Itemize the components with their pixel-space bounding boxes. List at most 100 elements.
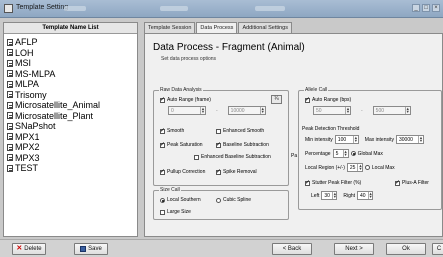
- smooth-row: Smooth: [160, 127, 185, 134]
- stutter-filter-checkbox[interactable]: [305, 179, 310, 186]
- peak-saturation-checkbox[interactable]: [160, 141, 165, 148]
- auto-range-frame-row: Auto Range (frame): [160, 96, 211, 103]
- template-list: AFLP LOH MSI MS-MLPA MLPA Trisomy Micros…: [4, 34, 137, 174]
- tab-additional-settings[interactable]: Additional Settings: [238, 22, 292, 33]
- percentage-row: Percentage 5 ▲ ▼ Global Max: [305, 149, 383, 158]
- checkbox-label: Auto Range (bps): [312, 97, 352, 103]
- back-button[interactable]: < Back: [272, 243, 312, 255]
- list-item[interactable]: MPX1: [7, 132, 137, 143]
- list-item[interactable]: MPX2: [7, 142, 137, 153]
- delete-button[interactable]: ✕ Delete: [12, 243, 46, 255]
- checkbox-label: Smooth: [167, 128, 185, 134]
- ok-button[interactable]: Ok: [386, 243, 426, 255]
- stutter-values-row: Left 30 ▲ ▼ Right 40 ▲ ▼: [311, 191, 374, 200]
- checkbox-label: Enhanced Smooth: [223, 128, 265, 134]
- field-label: Max intensity: [364, 136, 394, 143]
- baseline-subtraction-checkbox[interactable]: [216, 141, 221, 148]
- pullup-row: Pullup Correction: [160, 168, 206, 175]
- page-title: Data Process - Fragment (Animal): [153, 42, 305, 53]
- title-blur: [64, 6, 86, 11]
- template-icon: [7, 101, 13, 109]
- title-blur: [160, 6, 188, 11]
- template-icon: [7, 49, 13, 57]
- min-intensity-stepper[interactable]: 100 ▲ ▼: [334, 135, 359, 144]
- app-icon: [4, 4, 13, 13]
- next-button[interactable]: Next >: [334, 243, 374, 255]
- baseline-row: Baseline Subtraction: [216, 141, 269, 148]
- intensity-row: Min intensity 100 ▲ ▼ Max intensity 30000 ▲…: [305, 135, 424, 144]
- global-max-radio[interactable]: [350, 151, 356, 156]
- template-icon: [7, 133, 13, 141]
- stutter-row: Stutter Peak Filter (%): [305, 179, 362, 186]
- save-icon: [80, 246, 87, 252]
- minimize-button[interactable]: _: [412, 4, 420, 12]
- template-list-panel: Template Name List AFLP LOH MSI MS-MLPA …: [3, 22, 138, 237]
- list-item[interactable]: SNaPshot: [7, 121, 137, 132]
- range-from-stepper[interactable]: 0 ▲ ▼: [168, 106, 206, 115]
- checkbox-label: Baseline Subtraction: [223, 142, 269, 148]
- spike-row: Spike Removal: [216, 168, 257, 175]
- pullup-correction-checkbox[interactable]: [160, 168, 165, 175]
- title-bar: Template Setting _ □ ×: [0, 0, 443, 18]
- enhanced-baseline-checkbox[interactable]: [194, 154, 199, 160]
- bps-from-stepper[interactable]: 50 ▲ ▼: [313, 106, 351, 115]
- auto-range-bps-checkbox[interactable]: [305, 96, 310, 103]
- size-call-group: Size Call Local Southern Cubic Spline La…: [153, 187, 289, 220]
- template-icon: [7, 38, 13, 46]
- list-item[interactable]: Microsatellite_Animal: [7, 100, 137, 111]
- save-button[interactable]: Save: [74, 243, 108, 255]
- smooth-checkbox[interactable]: [160, 127, 165, 134]
- peak-threshold-label: Peak Detection Threshold: [302, 126, 360, 132]
- large-size-row: Large Size: [160, 209, 191, 215]
- cubic-spline-radio[interactable]: [216, 197, 221, 203]
- radio-label: Local Southern: [167, 197, 201, 203]
- radio-label: Local Max: [371, 164, 395, 171]
- bps-range-row: 50 ▲ ▼ - 500 ▲ ▼: [313, 106, 411, 115]
- local-southern-row: Local Southern: [160, 197, 201, 203]
- peak-saturation-row: Peak Saturation: [160, 141, 203, 148]
- stutter-right-stepper[interactable]: 40 ▲ ▼: [357, 191, 374, 200]
- range-pick-button[interactable]: ¼: [271, 95, 282, 104]
- local-southern-radio[interactable]: [160, 197, 165, 203]
- bottom-bar: ✕ Delete Save < Back Next > Ok C: [0, 239, 443, 257]
- field-label: Min intensity: [305, 136, 333, 143]
- template-list-header: Template Name List: [4, 23, 137, 34]
- title-blur: [255, 6, 285, 11]
- template-icon: [7, 91, 13, 99]
- cancel-button[interactable]: C: [432, 243, 443, 255]
- close-button[interactable]: ×: [432, 4, 440, 12]
- list-item[interactable]: Trisomy: [7, 90, 137, 101]
- group-label: Size Call: [159, 187, 181, 193]
- tab-template-session[interactable]: Template Session: [144, 22, 196, 33]
- maximize-button[interactable]: □: [422, 4, 430, 12]
- list-item[interactable]: MPX3: [7, 153, 137, 164]
- large-size-checkbox[interactable]: [160, 209, 165, 215]
- template-icon: [7, 59, 13, 67]
- checkbox-label: Auto Range (frame): [167, 97, 211, 103]
- list-item[interactable]: LOH: [7, 48, 137, 59]
- auto-range-frame-checkbox[interactable]: [160, 96, 165, 103]
- plus-a-filter-checkbox[interactable]: [395, 179, 400, 186]
- local-max-radio[interactable]: [364, 165, 370, 170]
- list-item[interactable]: MS-MLPA: [7, 69, 137, 80]
- list-item[interactable]: Microsatellite_Plant: [7, 111, 137, 122]
- percentage-stepper[interactable]: 5 ▲ ▼: [332, 149, 349, 158]
- stutter-left-stepper[interactable]: 30 ▲ ▼: [321, 191, 338, 200]
- checkbox-label: Pullup Correction: [167, 169, 206, 175]
- bps-to-stepper[interactable]: 500 ▲ ▼: [372, 106, 411, 115]
- enhanced-smooth-checkbox[interactable]: [216, 128, 221, 134]
- list-item[interactable]: MLPA: [7, 79, 137, 90]
- page-subtitle: Set data process options: [161, 56, 217, 62]
- local-region-row: Local Region (+/-) 25 ▲ ▼ Local Max: [305, 163, 395, 172]
- local-region-stepper[interactable]: 25 ▲ ▼: [346, 163, 363, 172]
- checkbox-label: Stutter Peak Filter (%): [312, 180, 362, 186]
- range-to-stepper[interactable]: 10000 ▲ ▼: [227, 106, 266, 115]
- list-item[interactable]: TEST: [7, 163, 137, 174]
- max-intensity-stepper[interactable]: 30000 ▲ ▼: [395, 135, 424, 144]
- enhanced-baseline-row: Enhanced Baseline Subtraction: [194, 154, 271, 160]
- spike-removal-checkbox[interactable]: [216, 168, 221, 175]
- field-label: Local Region (+/-): [305, 164, 345, 171]
- list-item[interactable]: MSI: [7, 58, 137, 69]
- list-item[interactable]: AFLP: [7, 37, 137, 48]
- delete-icon: ✕: [16, 245, 23, 252]
